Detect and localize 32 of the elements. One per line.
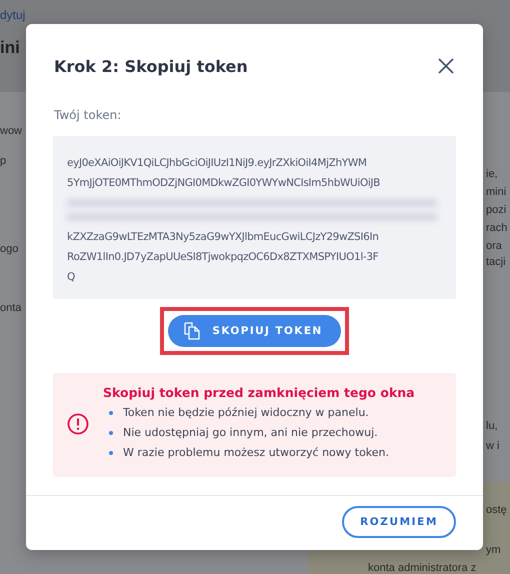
close-icon[interactable] bbox=[438, 58, 454, 74]
background-text: ogo bbox=[0, 243, 18, 255]
dialog-title: Krok 2: Skopiuj token bbox=[54, 56, 248, 76]
background-text: rach bbox=[486, 222, 508, 234]
bullet-icon bbox=[109, 431, 113, 435]
bullet-icon bbox=[109, 411, 113, 415]
warning-item: W razie problemu możesz utworzyć nowy token. bbox=[123, 445, 390, 461]
background-text: ie, bbox=[486, 168, 498, 180]
bullet-icon bbox=[109, 451, 113, 455]
warning-title: Skopiuj token przed zamknięciem tego okna bbox=[103, 385, 415, 400]
background-text: konta administratora z bbox=[368, 562, 476, 574]
token-field: eyJ0eXAiOiJKV1QiLCJhbGciOiJIUzI1NiJ9.eyJrZXkiOiI4MjZhYWM 5YmJjOTE0MThmODZjNGI0MDkwZGI0YWYwNCIsIm5hbWUiOiJB kZXZzaG9wLTEzMTA3Ny5zaG9wYXJlbmEucGwiLCJzY29wZSI6In RoZW1lIn0.JD7yZapUUeSI8TjwokpqzOC6Dx8ZTXMSPYIUO1l-3F Q bbox=[53, 136, 456, 299]
background-text: mini bbox=[486, 186, 506, 198]
background-text: ym bbox=[486, 544, 501, 556]
copy-icon bbox=[184, 322, 200, 340]
background-text: ora bbox=[486, 240, 502, 252]
background-text: tacji bbox=[486, 256, 506, 268]
warning-icon bbox=[67, 413, 89, 435]
background-text: wow bbox=[0, 125, 22, 137]
confirm-button[interactable]: ROZUMIEM bbox=[342, 506, 456, 538]
background-text: p bbox=[0, 155, 6, 167]
warning-item: Token nie będzie później widoczny w panelu. bbox=[123, 405, 369, 421]
background-text: lu, bbox=[486, 420, 498, 432]
background-text: pozi bbox=[486, 204, 506, 216]
breadcrumb-link[interactable]: dytuj bbox=[0, 8, 26, 22]
token-label: Twój token: bbox=[53, 107, 122, 122]
background-text: w i bbox=[486, 440, 500, 452]
warning-item: Nie udostępniaj go innym, ani nie przechowuj. bbox=[123, 425, 378, 441]
background-text: ostę bbox=[486, 504, 507, 516]
page-heading: ini bbox=[0, 38, 20, 58]
background-text: onta bbox=[0, 302, 22, 314]
copy-token-button[interactable]: SKOPIUJ TOKEN bbox=[168, 315, 341, 347]
